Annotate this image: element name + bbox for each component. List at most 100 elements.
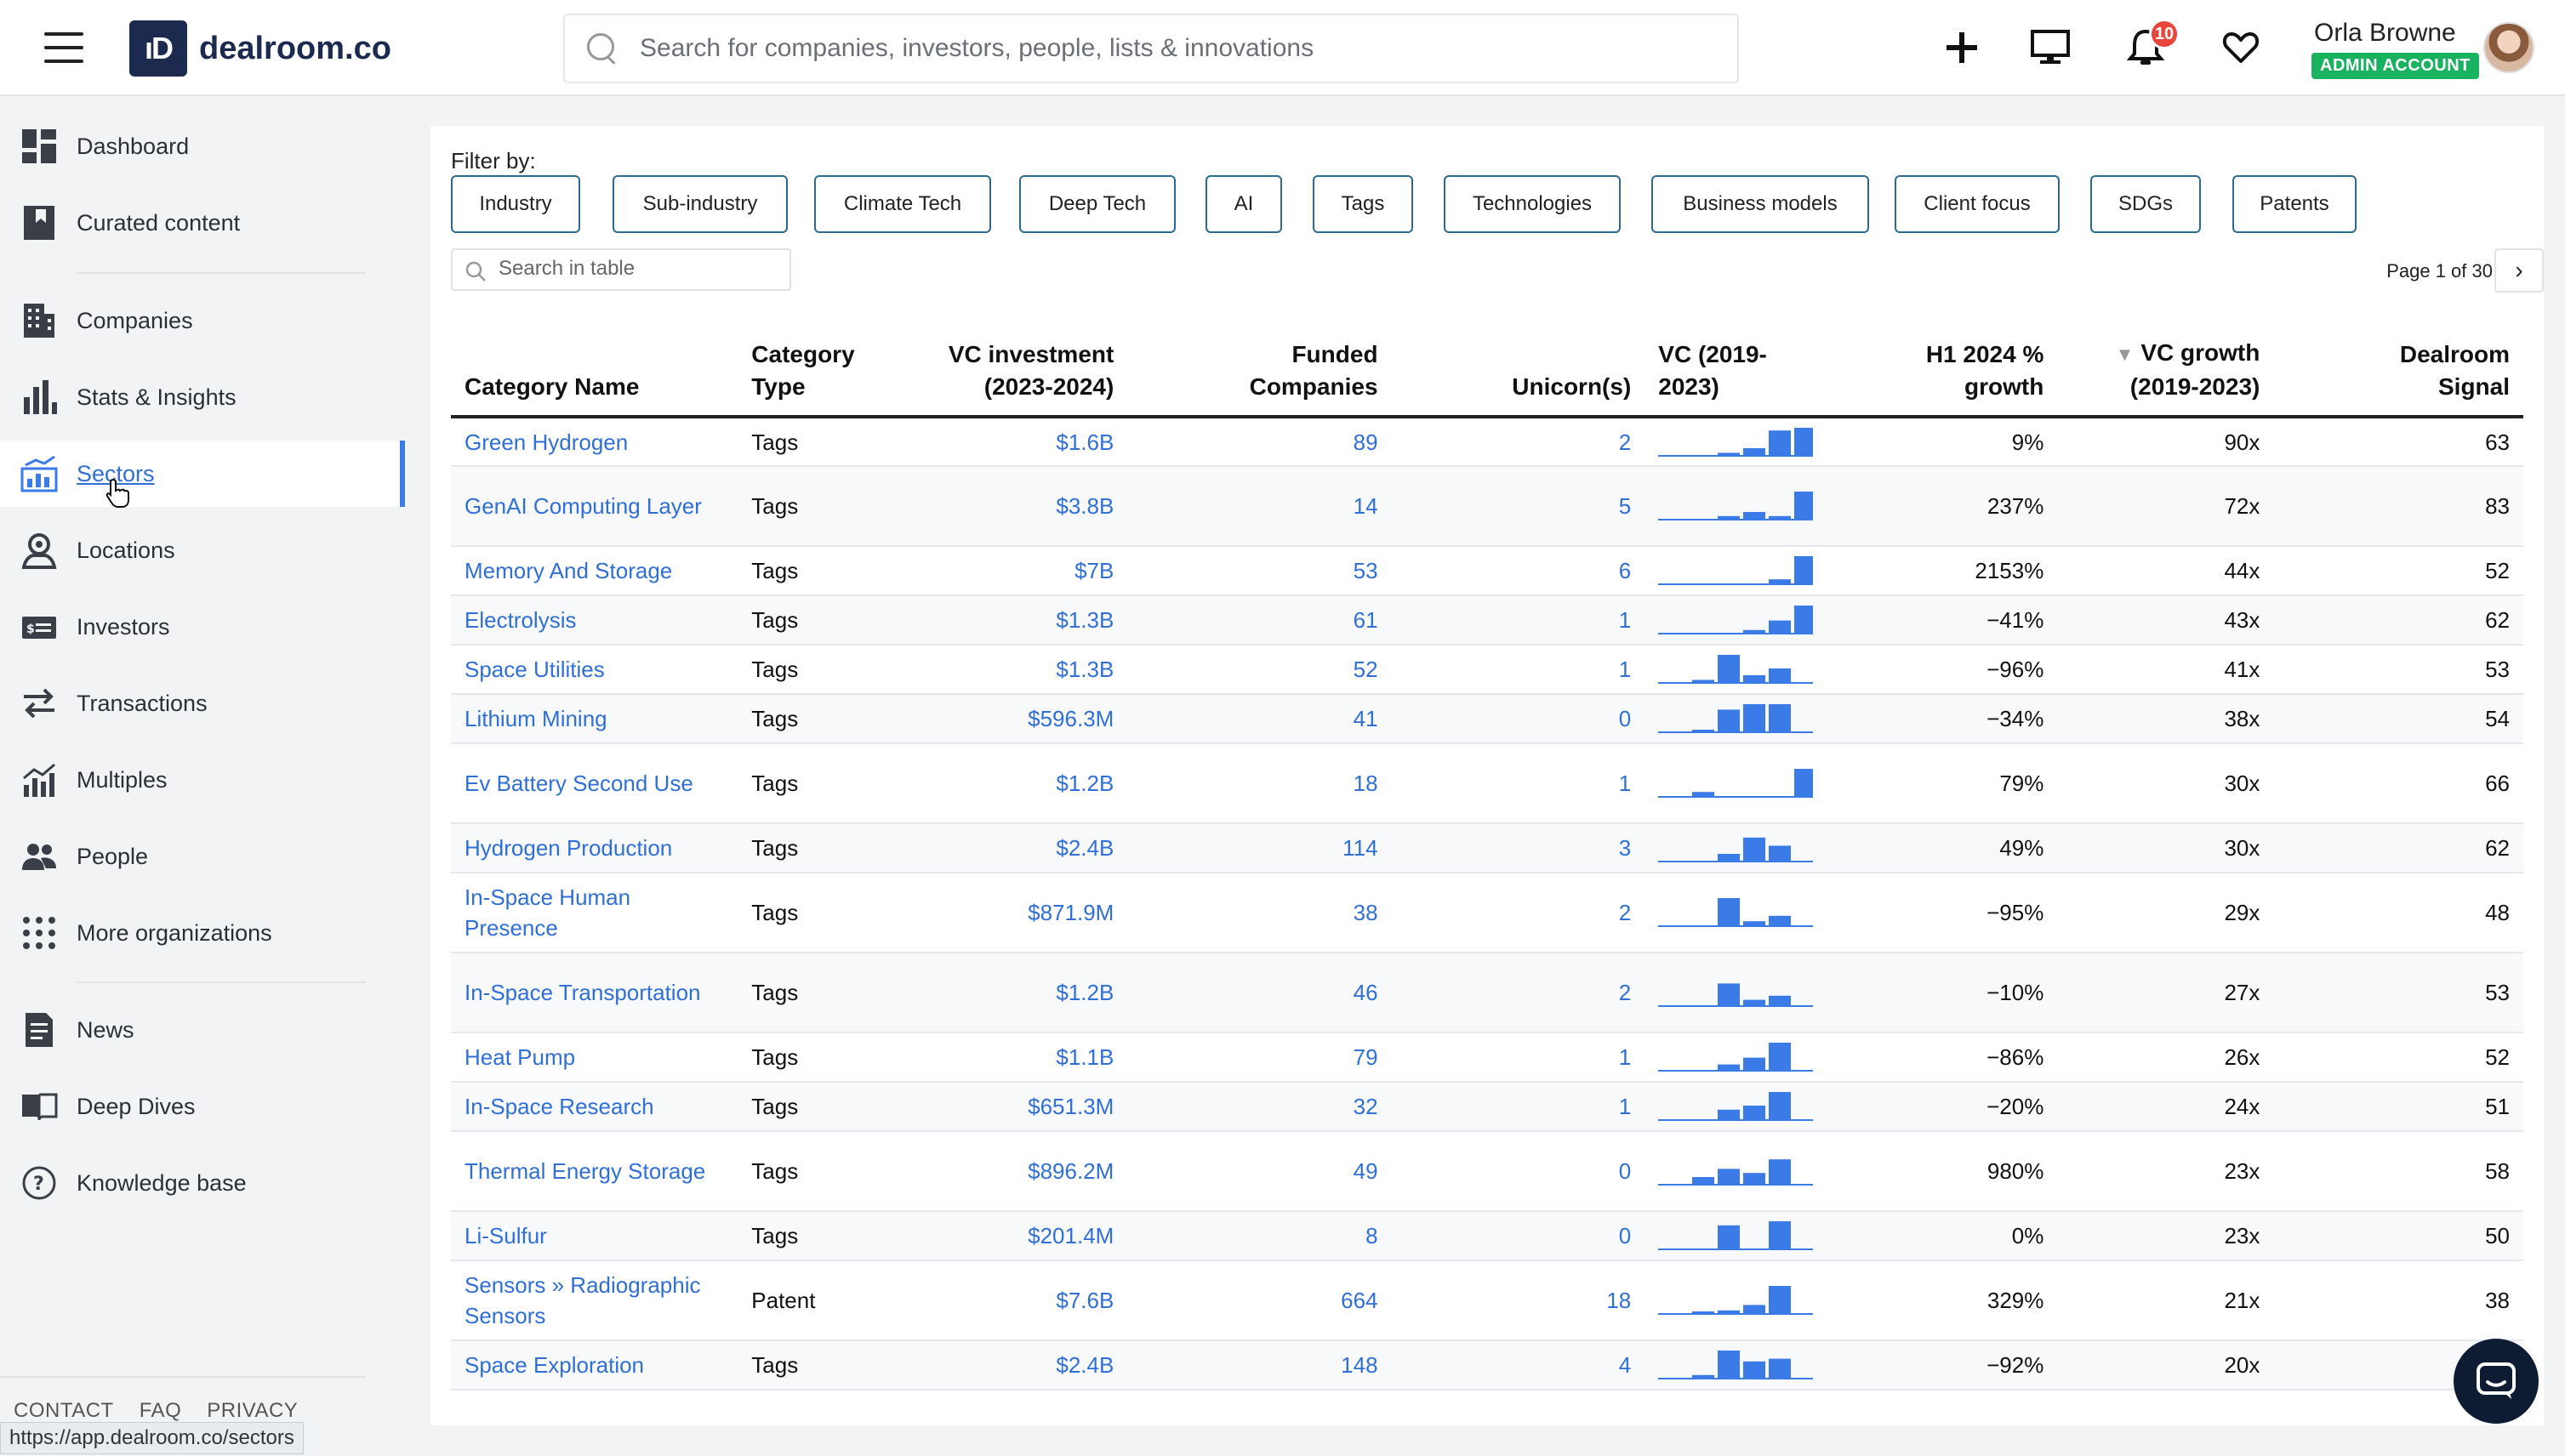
unicorns-link[interactable]: 3 (1391, 823, 1645, 873)
sidebar-item-knowledge-base[interactable]: ? Knowledge base (0, 1150, 405, 1216)
funded-companies-link[interactable]: 18 (1127, 743, 1392, 824)
funded-companies-link[interactable]: 41 (1127, 694, 1392, 744)
unicorns-link[interactable]: 2 (1391, 873, 1645, 953)
category-name-link[interactable]: In-Space Human Presence (451, 873, 738, 953)
vc-investment-link[interactable]: $3.8B (915, 466, 1128, 547)
col-h1-growth[interactable]: H1 2024 % growth (1834, 337, 2058, 418)
unicorns-link[interactable]: 0 (1391, 694, 1645, 744)
table-row[interactable]: Lithium Mining Tags $596.3M 41 0 −34% 38x 54 (451, 694, 2523, 744)
filter-climate-tech-button[interactable]: Climate Tech (814, 175, 991, 233)
table-row[interactable]: Li-Sulfur Tags $201.4M 8 0 0% 23x 50 (451, 1211, 2523, 1261)
unicorns-link[interactable]: 2 (1391, 417, 1645, 467)
faq-link[interactable]: FAQ (140, 1399, 182, 1422)
user-name[interactable]: Orla Browne (2314, 19, 2456, 48)
unicorns-link[interactable]: 18 (1391, 1260, 1645, 1341)
unicorns-link[interactable]: 5 (1391, 466, 1645, 547)
funded-companies-link[interactable]: 38 (1127, 873, 1392, 953)
unicorns-link[interactable]: 1 (1391, 595, 1645, 646)
sidebar-item-transactions[interactable]: Transactions (0, 670, 405, 737)
col-vc-investment[interactable]: VC investment (2023-2024) (915, 337, 1128, 418)
category-name-link[interactable]: Heat Pump (451, 1032, 738, 1083)
funded-companies-link[interactable]: 114 (1127, 823, 1392, 873)
filter-client-focus-button[interactable]: Client focus (1895, 175, 2060, 233)
table-row[interactable]: Electrolysis Tags $1.3B 61 1 −41% 43x 62 (451, 595, 2523, 646)
category-name-link[interactable]: Thermal Energy Storage (451, 1131, 738, 1212)
col-dealroom-signal[interactable]: Dealroom Signal (2273, 337, 2523, 418)
funded-companies-link[interactable]: 148 (1127, 1340, 1392, 1391)
col-vc-growth[interactable]: ▼ VC growth (2019-2023) (2057, 337, 2274, 418)
dealroom-logo[interactable]: ıD dealroom.co (129, 20, 391, 77)
col-category-type[interactable]: Category Type (738, 337, 915, 418)
vc-investment-link[interactable]: $651.3M (915, 1082, 1128, 1132)
table-row[interactable]: GenAI Computing Layer Tags $3.8B 14 5 237% 72x… (451, 466, 2523, 547)
unicorns-link[interactable]: 0 (1391, 1131, 1645, 1212)
table-row[interactable]: Hydrogen Production Tags $2.4B 114 3 49% 30x 62 (451, 823, 2523, 873)
funded-companies-link[interactable]: 79 (1127, 1032, 1392, 1083)
monitor-icon[interactable] (2028, 26, 2072, 70)
category-name-link[interactable]: GenAI Computing Layer (451, 466, 738, 547)
vc-investment-link[interactable]: $1.2B (915, 743, 1128, 824)
menu-icon[interactable] (44, 32, 83, 63)
vc-investment-link[interactable]: $201.4M (915, 1211, 1128, 1261)
global-search-input[interactable] (640, 34, 1703, 63)
col-vc-history[interactable]: VC (2019- 2023) (1644, 337, 1835, 418)
filter-deep-tech-button[interactable]: Deep Tech (1019, 175, 1176, 233)
sidebar-item-stats-insights[interactable]: Stats & Insights (0, 364, 405, 430)
filter-patents-button[interactable]: Patents (2232, 175, 2357, 233)
unicorns-link[interactable]: 2 (1391, 953, 1645, 1033)
table-search-input[interactable] (499, 257, 779, 281)
category-name-link[interactable]: Green Hydrogen (451, 417, 738, 467)
vc-investment-link[interactable]: $7B (915, 546, 1128, 596)
sidebar-item-news[interactable]: News (0, 997, 405, 1063)
unicorns-link[interactable]: 1 (1391, 1082, 1645, 1132)
avatar[interactable] (2483, 22, 2534, 73)
sidebar-item-investors[interactable]: $ Investors (0, 594, 405, 660)
table-row[interactable]: In-Space Human Presence Tags $871.9M 38 2 −95… (451, 873, 2523, 953)
vc-investment-link[interactable]: $7.6B (915, 1260, 1128, 1341)
table-row[interactable]: Memory And Storage Tags $7B 53 6 2153% 44x 52 (451, 546, 2523, 596)
table-row[interactable]: Ev Battery Second Use Tags $1.2B 18 1 79% 30x 6… (451, 743, 2523, 824)
funded-companies-link[interactable]: 53 (1127, 546, 1392, 596)
category-name-link[interactable]: Sensors » Radiographic Sensors (451, 1260, 738, 1341)
sidebar-item-multiples[interactable]: Multiples (0, 747, 405, 813)
table-row[interactable]: In-Space Transportation Tags $1.2B 46 2 −10% 2… (451, 953, 2523, 1033)
vc-investment-link[interactable]: $2.4B (915, 823, 1128, 873)
sidebar-item-deep-dives[interactable]: Deep Dives (0, 1073, 405, 1140)
filter-tags-button[interactable]: Tags (1313, 175, 1413, 233)
vc-investment-link[interactable]: $1.6B (915, 417, 1128, 467)
category-name-link[interactable]: Space Exploration (451, 1340, 738, 1391)
vc-investment-link[interactable]: $1.3B (915, 645, 1128, 695)
chat-button[interactable] (2454, 1339, 2539, 1424)
col-unicorns[interactable]: Unicorn(s) (1391, 337, 1645, 418)
vc-investment-link[interactable]: $871.9M (915, 873, 1128, 953)
vc-investment-link[interactable]: $596.3M (915, 694, 1128, 744)
table-row[interactable]: In-Space Research Tags $651.3M 32 1 −20% 24x 51 (451, 1082, 2523, 1132)
col-category-name[interactable]: Category Name (451, 337, 738, 418)
category-name-link[interactable]: Li-Sulfur (451, 1211, 738, 1261)
funded-companies-link[interactable]: 8 (1127, 1211, 1392, 1261)
category-name-link[interactable]: In-Space Research (451, 1082, 738, 1132)
privacy-link[interactable]: PRIVACY (207, 1399, 298, 1422)
funded-companies-link[interactable]: 14 (1127, 466, 1392, 547)
table-row[interactable]: Space Utilities Tags $1.3B 52 1 −96% 41x 53 (451, 645, 2523, 695)
bell-icon[interactable]: 10 (2123, 19, 2180, 70)
funded-companies-link[interactable]: 46 (1127, 953, 1392, 1033)
vc-investment-link[interactable]: $896.2M (915, 1131, 1128, 1212)
category-name-link[interactable]: Memory And Storage (451, 546, 738, 596)
filter-sdgs-button[interactable]: SDGs (2090, 175, 2201, 233)
funded-companies-link[interactable]: 49 (1127, 1131, 1392, 1212)
sidebar-item-companies[interactable]: Companies (0, 287, 405, 354)
contact-link[interactable]: CONTACT (14, 1399, 114, 1422)
vc-investment-link[interactable]: $1.3B (915, 595, 1128, 646)
table-row[interactable]: Space ExplorationTags$2.4B1484−92%20x- (451, 1340, 2523, 1391)
filter-business-models-button[interactable]: Business models (1651, 175, 1869, 233)
category-name-link[interactable]: Hydrogen Production (451, 823, 738, 873)
filter-sub-industry-button[interactable]: Sub-industry (613, 175, 788, 233)
funded-companies-link[interactable]: 32 (1127, 1082, 1392, 1132)
category-name-link[interactable]: Space Utilities (451, 645, 738, 695)
funded-companies-link[interactable]: 664 (1127, 1260, 1392, 1341)
funded-companies-link[interactable]: 61 (1127, 595, 1392, 646)
category-name-link[interactable]: In-Space Transportation (451, 953, 738, 1033)
unicorns-link[interactable]: 4 (1391, 1340, 1645, 1391)
table-row[interactable]: Thermal Energy Storage Tags $896.2M 49 0 980%… (451, 1131, 2523, 1212)
